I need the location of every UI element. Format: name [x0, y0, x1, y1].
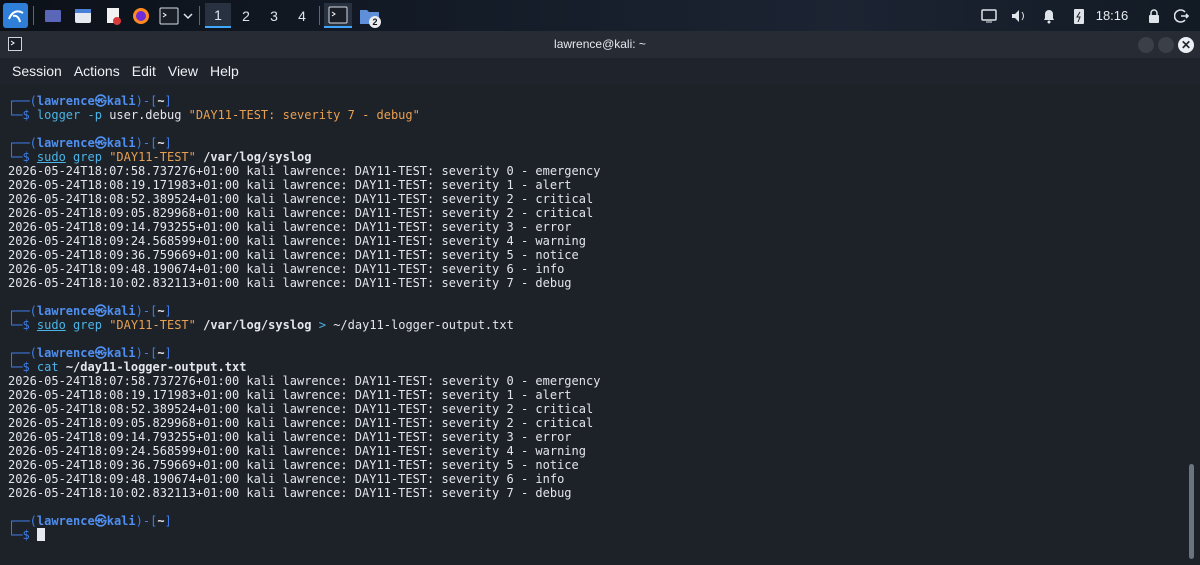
minimize-button[interactable] [1138, 37, 1154, 53]
battery-icon[interactable] [1068, 3, 1090, 28]
output-line: 2026-05-24T18:10:02.832113+01:00 kali la… [8, 276, 572, 290]
terminal-window: lawrence@kali: ~ ✕ Session Actions Edit … [0, 31, 1200, 565]
prompt-line: ┌──(lawrence㉿kali)-[~] [8, 136, 172, 150]
scrollbar-thumb[interactable] [1189, 464, 1194, 559]
window-title: lawrence@kali: ~ [554, 37, 646, 51]
folder-icon[interactable]: 2 [356, 3, 384, 28]
show-desktop-icon[interactable] [40, 3, 66, 28]
terminal-output[interactable]: ┌──(lawrence㉿kali)-[~] └─$ logger -p use… [0, 84, 1182, 565]
workspace-4[interactable]: 4 [289, 3, 315, 28]
lock-icon[interactable] [1144, 3, 1164, 28]
output-line: 2026-05-24T18:10:02.832113+01:00 kali la… [8, 486, 572, 500]
output-line: 2026-05-24T18:07:58.737276+01:00 kali la… [8, 374, 601, 388]
output-line: 2026-05-24T18:09:36.759669+01:00 kali la… [8, 458, 579, 472]
display-icon[interactable] [978, 3, 1000, 28]
menu-help[interactable]: Help [204, 63, 245, 79]
firefox-icon[interactable] [128, 3, 154, 28]
prompt-line: ┌──(lawrence㉿kali)-[~] [8, 346, 172, 360]
output-line: 2026-05-24T18:08:52.389524+01:00 kali la… [8, 402, 594, 416]
terminal-icon[interactable] [156, 3, 182, 28]
text-cursor [36, 528, 45, 541]
panel-separator [319, 6, 320, 25]
output-line: 2026-05-24T18:07:58.737276+01:00 kali la… [8, 164, 601, 178]
output-line: 2026-05-24T18:09:36.759669+01:00 kali la… [8, 248, 579, 262]
text-editor-icon[interactable] [100, 3, 126, 28]
clock[interactable]: 18:16 [1092, 3, 1132, 28]
top-panel: 1 2 3 4 2 18:16 [0, 0, 1200, 31]
output-line: 2026-05-24T18:09:14.793255+01:00 kali la… [8, 430, 572, 444]
close-button[interactable]: ✕ [1178, 37, 1194, 53]
output-line: 2026-05-24T18:08:19.171983+01:00 kali la… [8, 388, 572, 402]
panel-separator [33, 6, 34, 25]
command-line: └─$ cat ~/day11-logger-output.txt [8, 360, 247, 374]
command-line: └─$ logger -p user.debug "DAY11-TEST: se… [8, 108, 420, 122]
volume-icon[interactable] [1008, 3, 1030, 28]
menu-session[interactable]: Session [6, 63, 68, 79]
panel-separator [199, 6, 200, 25]
output-line: 2026-05-24T18:09:24.568599+01:00 kali la… [8, 444, 586, 458]
prompt-line: ┌──(lawrence㉿kali)-[~] [8, 94, 172, 108]
prompt-line: ┌──(lawrence㉿kali)-[~] [8, 514, 172, 528]
command-line[interactable]: └─$ [8, 528, 45, 542]
menu-view[interactable]: View [162, 63, 204, 79]
output-line: 2026-05-24T18:09:05.829968+01:00 kali la… [8, 416, 594, 430]
command-line: └─$ sudo grep "DAY11-TEST" /var/log/sysl… [8, 318, 514, 332]
menu-bar: Session Actions Edit View Help [0, 58, 1200, 84]
maximize-button[interactable] [1158, 37, 1174, 53]
workspace-3[interactable]: 3 [261, 3, 287, 28]
scrollbar[interactable] [1182, 84, 1200, 565]
file-manager-icon[interactable] [70, 3, 96, 28]
title-bar[interactable]: lawrence@kali: ~ ✕ [0, 31, 1200, 59]
output-line: 2026-05-24T18:08:52.389524+01:00 kali la… [8, 192, 594, 206]
workspace-2[interactable]: 2 [233, 3, 259, 28]
notifications-icon[interactable] [1038, 3, 1060, 28]
workspace-1[interactable]: 1 [205, 3, 231, 28]
output-line: 2026-05-24T18:09:24.568599+01:00 kali la… [8, 234, 586, 248]
output-line: 2026-05-24T18:09:05.829968+01:00 kali la… [8, 206, 594, 220]
menu-actions[interactable]: Actions [68, 63, 126, 79]
logout-icon[interactable] [1172, 3, 1192, 28]
window-count-badge: 2 [369, 16, 381, 28]
output-line: 2026-05-24T18:09:48.190674+01:00 kali la… [8, 472, 565, 486]
menu-edit[interactable]: Edit [126, 63, 162, 79]
prompt-line: ┌──(lawrence㉿kali)-[~] [8, 304, 172, 318]
output-line: 2026-05-24T18:09:14.793255+01:00 kali la… [8, 220, 572, 234]
output-line: 2026-05-24T18:09:48.190674+01:00 kali la… [8, 262, 565, 276]
kali-menu-icon[interactable] [3, 3, 28, 28]
terminal-window-icon[interactable] [324, 3, 352, 28]
chevron-down-icon[interactable] [180, 3, 196, 28]
output-line: 2026-05-24T18:08:19.171983+01:00 kali la… [8, 178, 572, 192]
command-line: └─$ sudo grep "DAY11-TEST" /var/log/sysl… [8, 150, 312, 164]
